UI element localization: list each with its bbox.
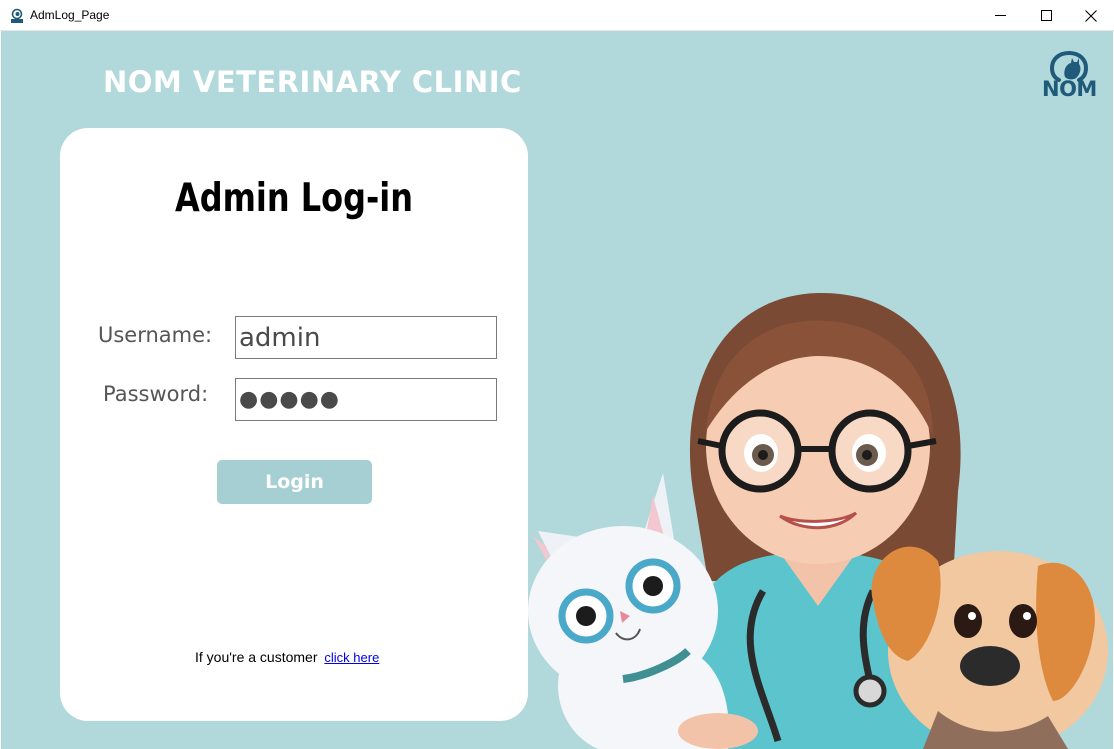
customer-text: If you're a customer (195, 649, 318, 665)
login-card: Admin Log-in Username: admin Password: ●… (60, 128, 528, 721)
minimize-icon (994, 15, 1006, 16)
maximize-icon (1040, 10, 1052, 21)
app-logo-icon (11, 8, 23, 23)
close-button[interactable] (1068, 0, 1114, 31)
window-titlebar: AdmLog_Page (0, 0, 1114, 31)
maximize-button[interactable] (1023, 0, 1069, 31)
customer-login-link[interactable]: click here (324, 650, 379, 665)
password-label: Password: (103, 382, 209, 406)
window-title: AdmLog_Page (30, 8, 110, 22)
clinic-name: NOM VETERINARY CLINIC (103, 65, 522, 99)
username-field[interactable]: admin (235, 316, 497, 359)
main-area: NOM VETERINARY CLINIC NOM Admin Log-in U… (1, 31, 1113, 749)
close-icon (1085, 9, 1097, 22)
vet-with-pets-illustration (528, 292, 1108, 749)
username-label: Username: (98, 323, 213, 347)
page-title: Admin Log-in (174, 176, 414, 221)
minimize-button[interactable] (977, 0, 1023, 31)
password-field[interactable]: ●●●●● (235, 378, 497, 421)
customer-prompt: If you're a customer click here (195, 649, 379, 665)
login-button[interactable]: Login (217, 460, 372, 504)
logo-text: NOM (1042, 77, 1097, 101)
